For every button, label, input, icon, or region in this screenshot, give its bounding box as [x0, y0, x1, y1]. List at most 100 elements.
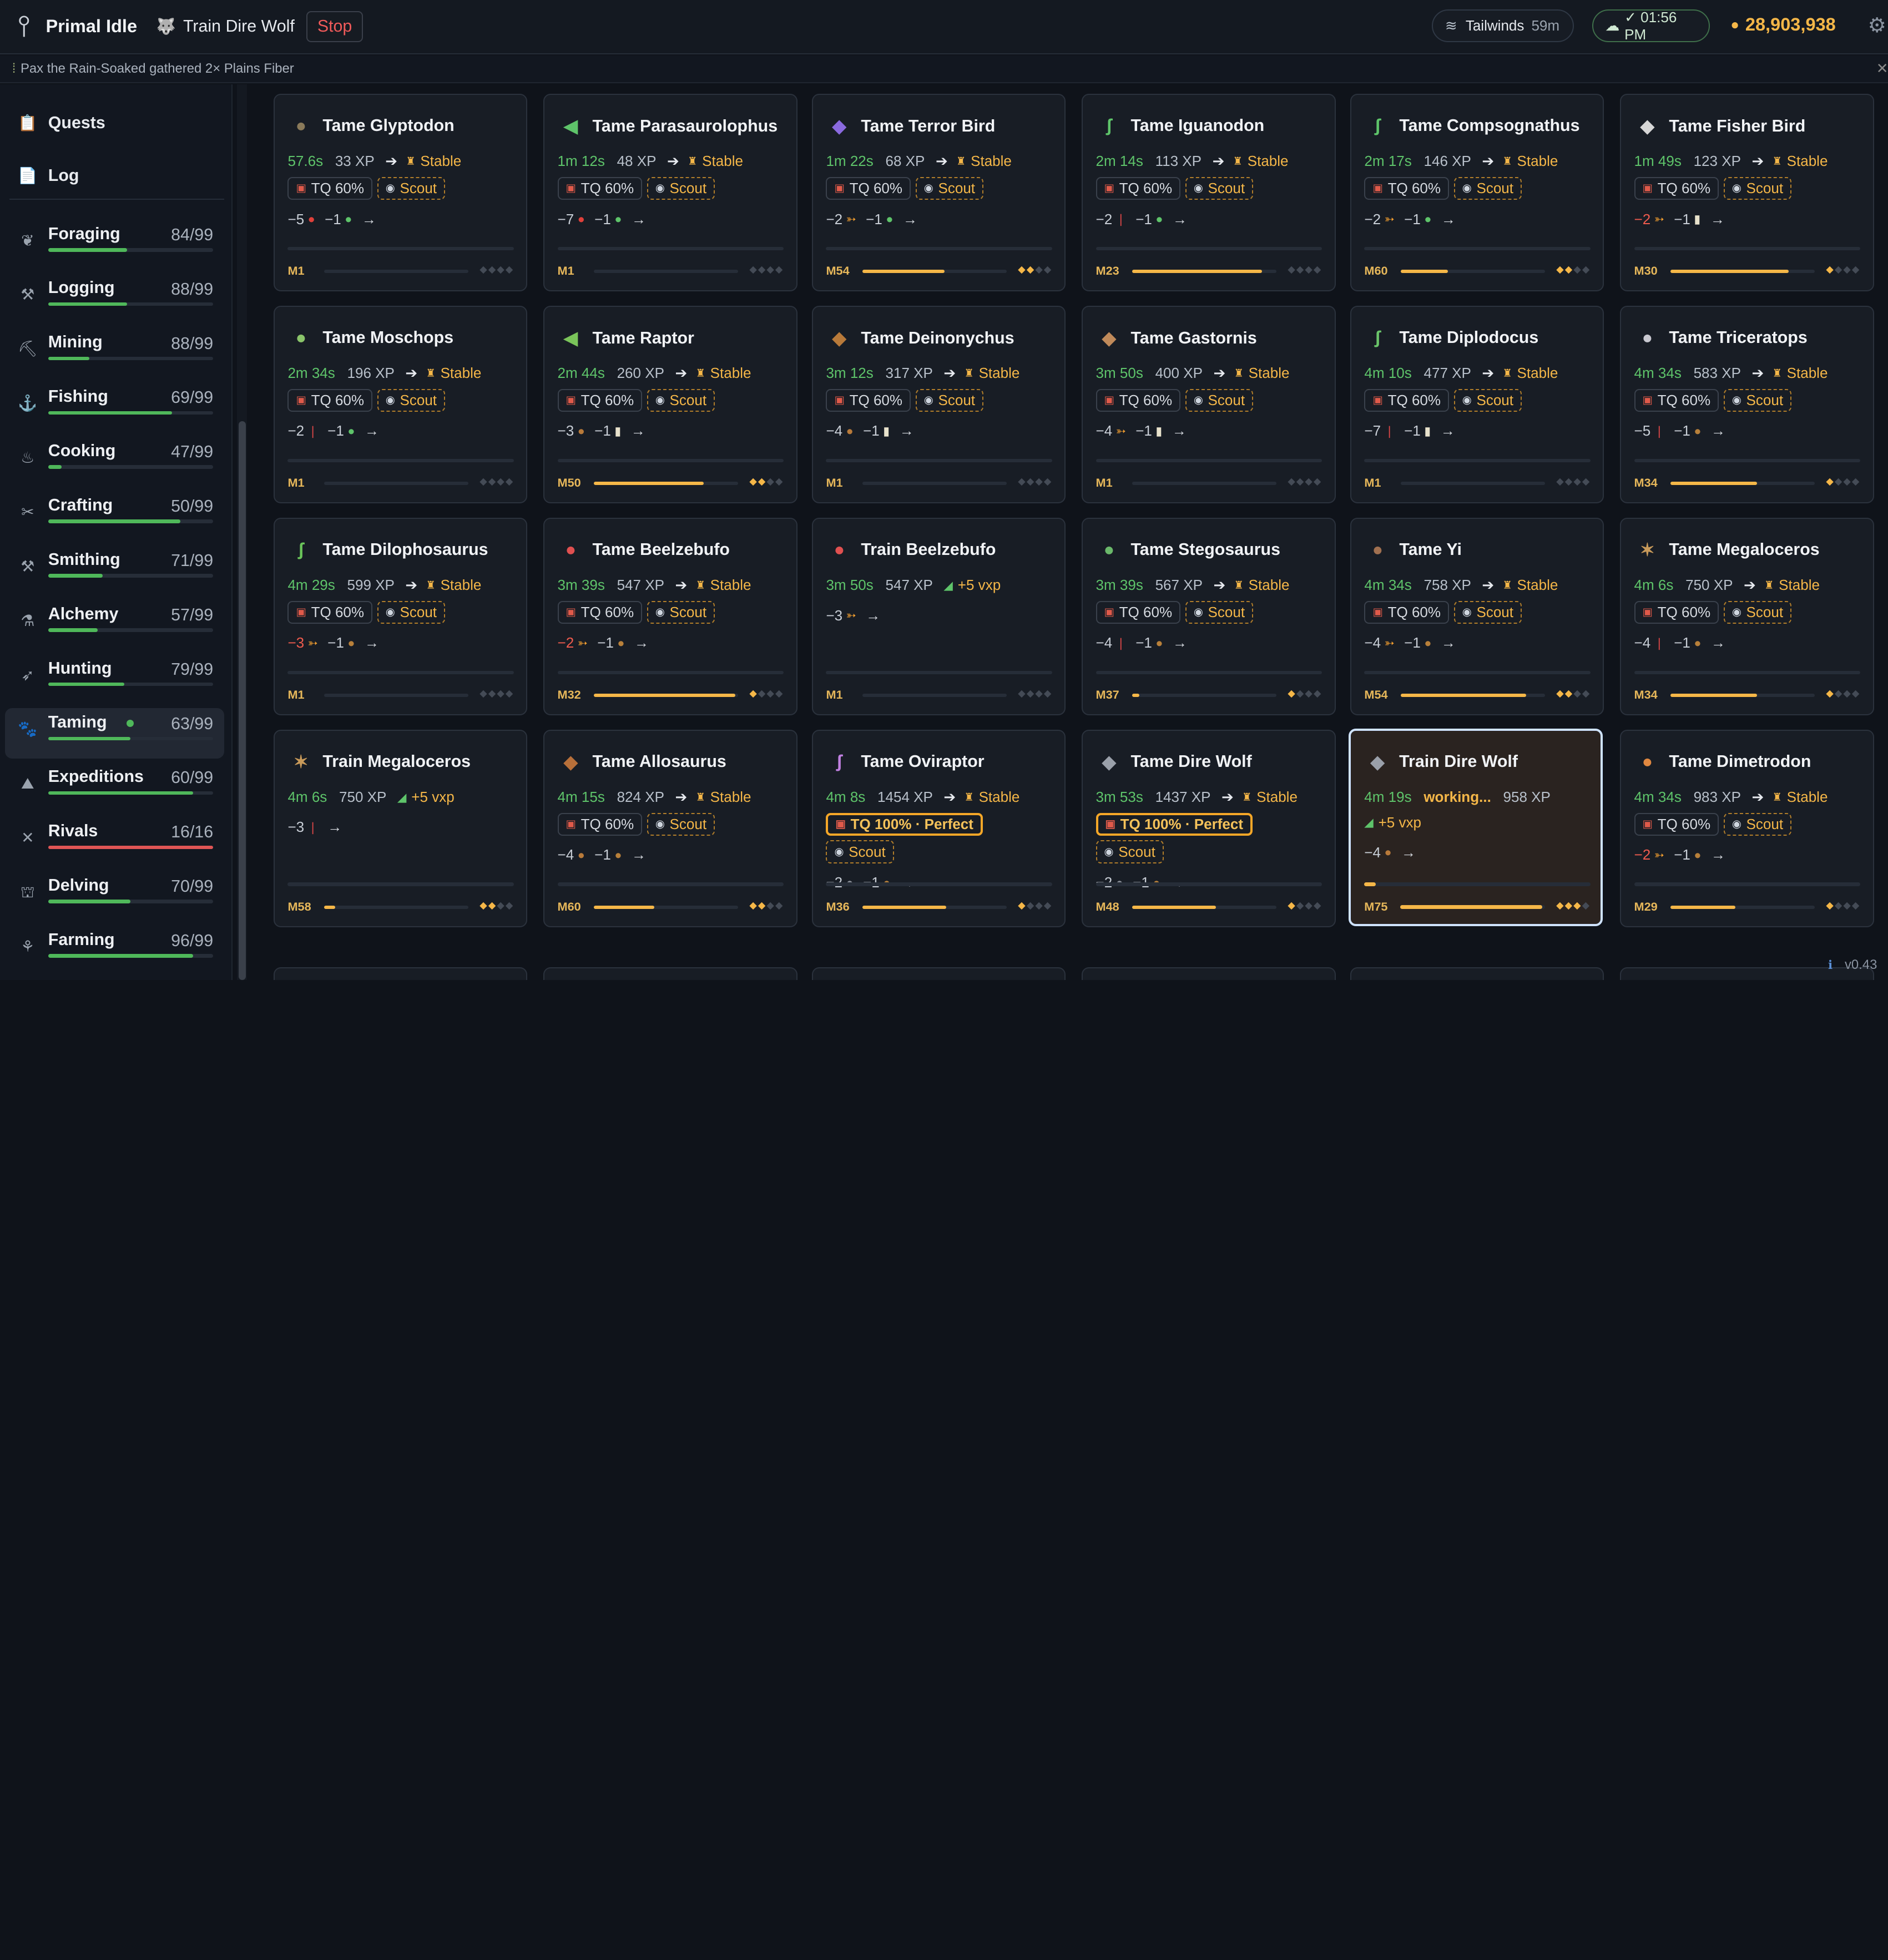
scout-tag[interactable]: ◉ Scout: [1723, 812, 1792, 836]
sidebar-item-delving[interactable]: ⛫ Delving 70/99: [5, 871, 224, 921]
sidebar-item-foraging[interactable]: ❦ Foraging 84/99: [5, 219, 224, 270]
stop-button[interactable]: Stop: [306, 11, 363, 42]
task-card[interactable]: ✶ Train Megaloceros 4m 6s 750 XP ◢ +5 vxp −3 ❘ →…: [273, 730, 528, 927]
sidebar-item-crafting[interactable]: ✂ Crafting 50/99: [5, 491, 224, 541]
mastery-diamonds: ◆◆◆◆: [1826, 899, 1861, 911]
task-card[interactable]: ◆ Tame Fisher Bird 1m 49s 123 XP ➔ ♜ Stable ▣ TQ…: [1619, 94, 1874, 292]
gear-icon[interactable]: ⚙: [1868, 13, 1886, 37]
task-card[interactable]: ● Tame Moschops 2m 34s 196 XP ➔ ♜ Stable ▣ TQ 60…: [273, 306, 528, 504]
task-card[interactable]: ◀ Tame Parasaurolophus 1m 12s 48 XP ➔ ♜ Stable…: [543, 94, 797, 292]
sidebar-item-logging[interactable]: ⚒ Logging 88/99: [5, 274, 224, 324]
scout-tag[interactable]: ◉ Scout: [1185, 600, 1254, 624]
task-card[interactable]: ● Tame Triceratops 4m 34s 583 XP ➔ ♜ Stable ▣ TQ…: [1619, 306, 1874, 504]
card-stats: 2m 34s 196 XP ➔ ♜ Stable: [287, 365, 481, 382]
scout-tag[interactable]: ◉ Scout: [1096, 840, 1164, 863]
card-stats: 4m 10s 477 XP ➔ ♜ Stable: [1364, 365, 1558, 382]
task-card[interactable]: ◆ Tame Terror Bird 1m 22s 68 XP ➔ ♜ Stable ▣ TQ …: [811, 94, 1066, 292]
task-card[interactable]: ʃ Tame Dilophosaurus 4m 29s 599 XP ➔ ♜ Stable ▣…: [273, 518, 528, 715]
current-activity[interactable]: 🐺 Train Dire Wolf: [157, 17, 295, 36]
scout-tag[interactable]: ◉ Scout: [1453, 176, 1522, 200]
scout-tag[interactable]: ◉ Scout: [377, 600, 446, 624]
sidebar-item-taming[interactable]: 🐾 Taming 63/99: [4, 708, 224, 759]
task-card[interactable]: ● Tame Dimetrodon 4m 34s 983 XP ➔ ♜ Stable ▣ TQ …: [1619, 730, 1874, 927]
card-vxp: +5 vxp: [957, 577, 1001, 594]
task-card[interactable]: ◆ Train Dire Wolf 4m 19s working... 958 XP ◢ +…: [1349, 728, 1603, 926]
task-card[interactable]: ◀ Tame Raptor 2m 44s 260 XP ➔ ♜ Stable ▣ TQ 60% ◉…: [543, 306, 797, 504]
sidebar-item-alchemy[interactable]: ⚗ Alchemy 57/99: [5, 599, 224, 650]
task-card[interactable]: ʃ Tame Oviraptor 4m 8s 1454 XP ➔ ♜ Stable ▣ TQ 1…: [811, 730, 1066, 927]
mastery-row: M60 ◆◆◆◆: [1364, 264, 1591, 277]
info-icon[interactable]: ℹ: [1828, 958, 1833, 972]
scout-tag[interactable]: ◉ Scout: [826, 840, 894, 863]
scout-tag[interactable]: ◉ Scout: [377, 176, 446, 200]
card-stats: 3m 53s 1437 XP ➔ ♜ Stable: [1096, 789, 1298, 806]
card-xp: 599 XP: [347, 577, 395, 594]
scout-tag[interactable]: ◉ Scout: [1453, 600, 1522, 624]
compsognathus-icon: ʃ: [1374, 115, 1381, 136]
scout-tag[interactable]: ◉ Scout: [647, 600, 715, 624]
sidebar-item-rivals[interactable]: ✕ Rivals 16/16: [5, 816, 224, 867]
sidebar-item-quests[interactable]: 📋 Quests: [0, 113, 105, 133]
task-card[interactable]: ʃ Tame Diplodocus 4m 10s 477 XP ➔ ♜ Stable ▣ TQ …: [1350, 306, 1604, 504]
scout-tag[interactable]: ◉ Scout: [1185, 388, 1254, 412]
card-stats: 2m 17s 146 XP ➔ ♜ Stable: [1364, 153, 1558, 170]
card-partial: [1081, 967, 1336, 981]
clock-chip[interactable]: ☁ ✓ 01:56 PM: [1592, 9, 1710, 43]
task-card[interactable]: ● Tame Stegosaurus 3m 39s 567 XP ➔ ♜ Stable ▣ TQ…: [1081, 518, 1336, 715]
tq-tag: ▣ TQ 60%: [1634, 176, 1719, 200]
task-card[interactable]: ◆ Tame Deinonychus 3m 12s 317 XP ➔ ♜ Stable ▣ TQ…: [811, 306, 1066, 504]
task-card[interactable]: ● Train Beelzebufo 3m 50s 547 XP ◢ +5 vxp −3 ➳ →…: [811, 518, 1066, 715]
task-card[interactable]: ✶ Tame Megaloceros 4m 6s 750 XP ➔ ♜ Stable ▣ TQ …: [1619, 518, 1874, 715]
card-tags: ▣ TQ 60% ◉ Scout: [1634, 600, 1863, 624]
card-tags: ▣ TQ 60% ◉ Scout: [557, 388, 786, 412]
sidebar-item-mining[interactable]: ⛏ Mining 88/99: [5, 328, 224, 378]
sidebar-item-fishing[interactable]: ⚓ Fishing 69/99: [5, 382, 224, 433]
arrow-icon: ➔: [1482, 577, 1495, 594]
card-xp: 1454 XP: [877, 789, 933, 806]
scout-tag[interactable]: ◉ Scout: [1723, 600, 1792, 624]
scout-tag[interactable]: ◉ Scout: [1185, 176, 1254, 200]
task-card[interactable]: ʃ Tame Compsognathus 2m 17s 146 XP ➔ ♜ Stable ▣…: [1350, 94, 1604, 292]
tq-tag: ▣ TQ 60%: [287, 388, 373, 412]
sidebar-item-hunting[interactable]: ➶ Hunting 79/99: [5, 654, 224, 704]
task-card[interactable]: ◆ Tame Dire Wolf 3m 53s 1437 XP ➔ ♜ Stable ▣ TQ …: [1081, 730, 1336, 927]
skill-name: Smithing: [48, 549, 120, 569]
close-icon[interactable]: ✕: [1876, 60, 1888, 77]
task-card[interactable]: ◆ Tame Gastornis 3m 50s 400 XP ➔ ♜ Stable ▣ TQ 6…: [1081, 306, 1336, 504]
task-card[interactable]: ● Tame Glyptodon 57.6s 33 XP ➔ ♜ Stable ▣ TQ 60%…: [273, 94, 528, 292]
sidebar-scrollbar[interactable]: [237, 84, 247, 981]
card-time: 3m 50s: [826, 577, 874, 594]
dilophosaurus-icon: ʃ: [297, 539, 304, 559]
scout-tag[interactable]: ◉ Scout: [1723, 388, 1792, 412]
stable-icon: ♜: [1241, 791, 1252, 804]
scout-tag[interactable]: ◉ Scout: [647, 812, 715, 836]
scout-tag[interactable]: ◉ Scout: [1453, 388, 1522, 412]
tq-icon: ▣: [296, 606, 306, 619]
req-count: −2: [557, 634, 574, 651]
task-card[interactable]: ◆ Tame Allosaurus 4m 15s 824 XP ➔ ♜ Stable ▣ TQ …: [543, 730, 797, 927]
scout-tag[interactable]: ◉ Scout: [915, 176, 984, 200]
tag-label: Scout: [1208, 179, 1245, 196]
task-card[interactable]: ● Tame Beelzebufo 3m 39s 547 XP ➔ ♜ Stable ▣ TQ …: [543, 518, 797, 715]
card-time: 4m 10s: [1364, 365, 1412, 382]
scout-tag[interactable]: ◉ Scout: [1723, 176, 1792, 200]
mastery-diamonds: ◆◆◆◆: [1288, 264, 1322, 275]
sidebar-item-farming[interactable]: ⚘ Farming 96/99: [5, 925, 224, 976]
sidebar-item-smithing[interactable]: ⚒ Smithing 71/99: [5, 545, 224, 595]
scout-tag[interactable]: ◉ Scout: [915, 388, 984, 412]
scout-tag[interactable]: ◉ Scout: [377, 388, 446, 412]
task-card[interactable]: ʃ Tame Iguanodon 2m 14s 113 XP ➔ ♜ Stable ▣ TQ 6…: [1081, 94, 1336, 292]
scout-tag[interactable]: ◉ Scout: [647, 388, 715, 412]
task-card[interactable]: ● Tame Yi 4m 34s 758 XP ➔ ♜ Stable ▣ TQ 60% ◉ Scou…: [1350, 518, 1604, 715]
sidebar-item-expeditions[interactable]: ⛰ Expeditions 60/99: [5, 762, 224, 813]
sidebar-item-log[interactable]: 📄 Log: [0, 166, 79, 185]
mastery-level: M34: [1634, 475, 1658, 489]
stable-icon: ♜: [1764, 579, 1774, 592]
scout-tag[interactable]: ◉ Scout: [647, 176, 715, 200]
scrollbar-thumb[interactable]: [238, 421, 246, 981]
tag-label: TQ 60%: [1119, 179, 1173, 196]
tailwinds-chip[interactable]: ≋ Tailwinds 59m: [1432, 9, 1574, 42]
sidebar-item-cooking[interactable]: ♨ Cooking 47/99: [5, 436, 224, 487]
stable-icon: ♜: [964, 367, 974, 380]
search-icon: ◉: [923, 182, 933, 195]
